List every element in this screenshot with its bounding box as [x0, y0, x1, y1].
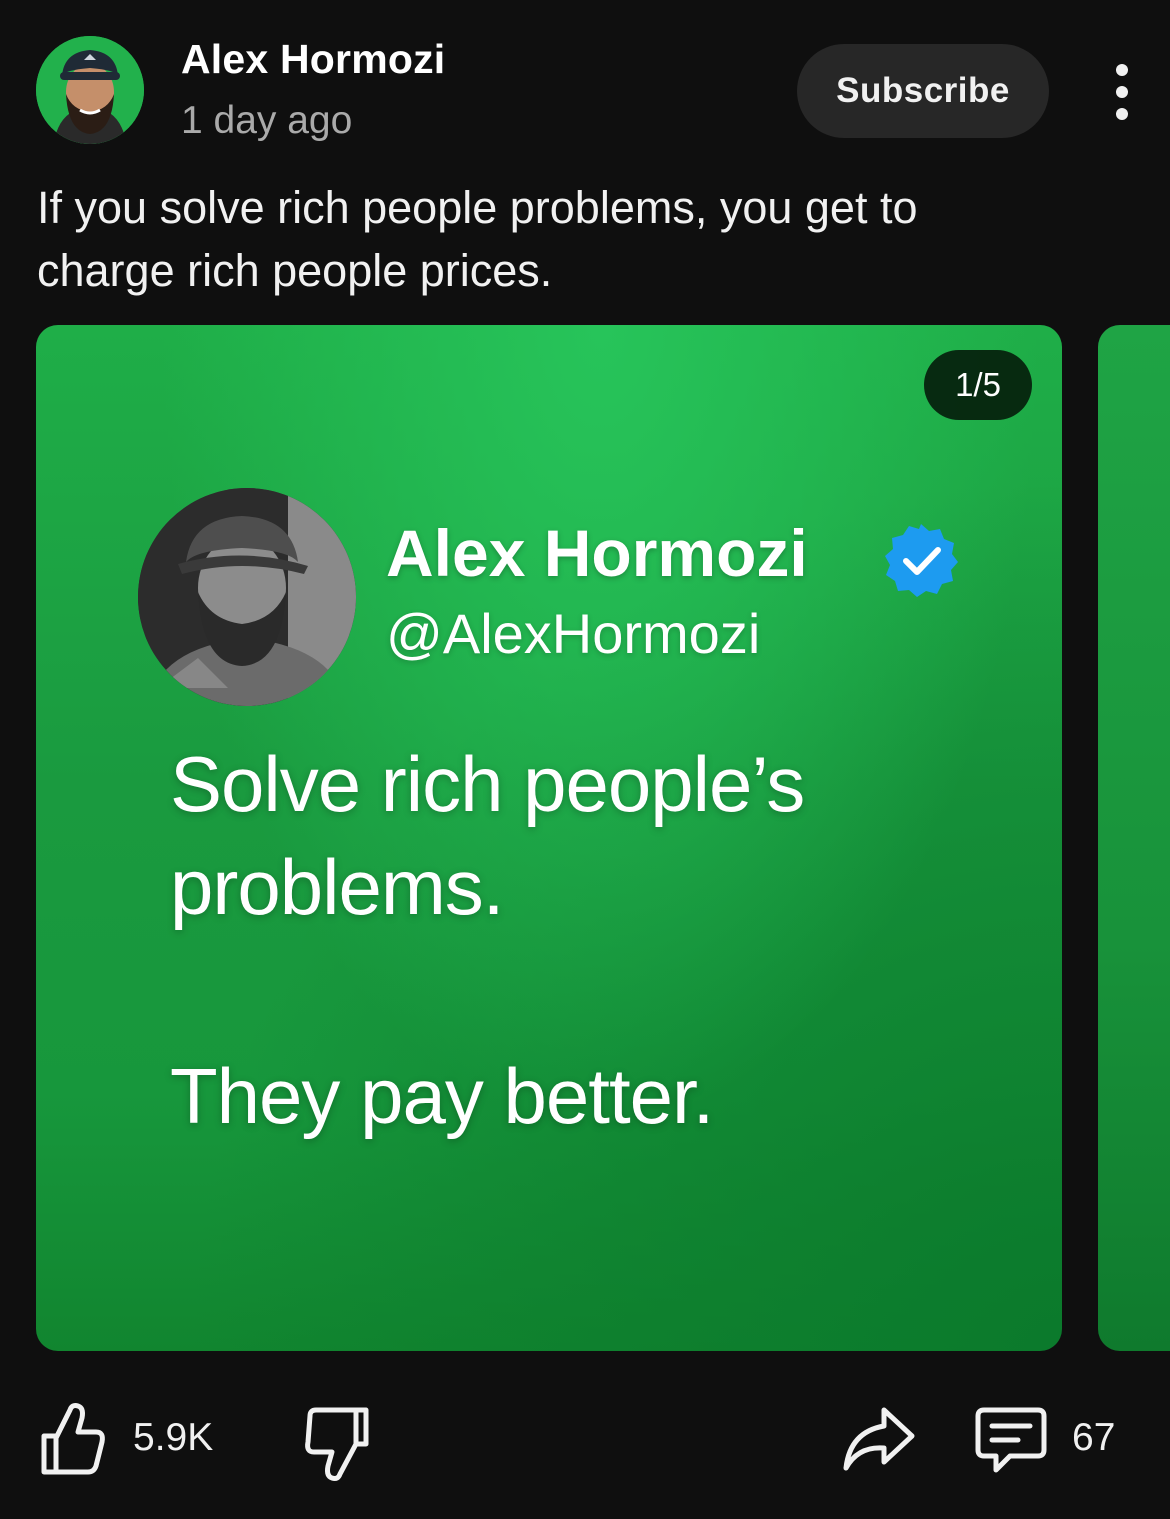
more-vert-icon[interactable]	[1100, 64, 1144, 120]
image-counter: 1/5	[924, 350, 1032, 420]
tweet-text-line1: Solve rich people’s problems.	[170, 740, 805, 931]
comment-icon[interactable]	[974, 1404, 1048, 1476]
tweet-text-line2: They pay better.	[170, 1052, 714, 1140]
channel-name[interactable]: Alex Hormozi	[181, 36, 445, 83]
like-count: 5.9K	[133, 1416, 214, 1459]
channel-avatar[interactable]	[36, 36, 144, 144]
post-image-card[interactable]: 1/5 Alex Hormozi @AlexHormozi Solve rich…	[36, 325, 1062, 1351]
post-timestamp: 1 day ago	[181, 99, 353, 142]
tweet-avatar-image	[138, 488, 356, 706]
tweet-author-handle: @AlexHormozi	[386, 602, 761, 665]
next-image-preview[interactable]	[1098, 325, 1170, 1351]
tweet-author-name: Alex Hormozi	[386, 516, 808, 590]
comment-count: 67	[1072, 1416, 1116, 1459]
post-text: If you solve rich people problems, you g…	[37, 182, 918, 296]
thumbs-down-icon[interactable]	[300, 1404, 372, 1482]
share-icon[interactable]	[840, 1404, 916, 1474]
thumbs-up-icon[interactable]	[36, 1400, 108, 1478]
tweet-avatar	[138, 488, 356, 706]
channel-avatar-image	[36, 36, 144, 144]
verified-badge-icon	[882, 521, 960, 599]
subscribe-button[interactable]: Subscribe	[797, 44, 1049, 138]
